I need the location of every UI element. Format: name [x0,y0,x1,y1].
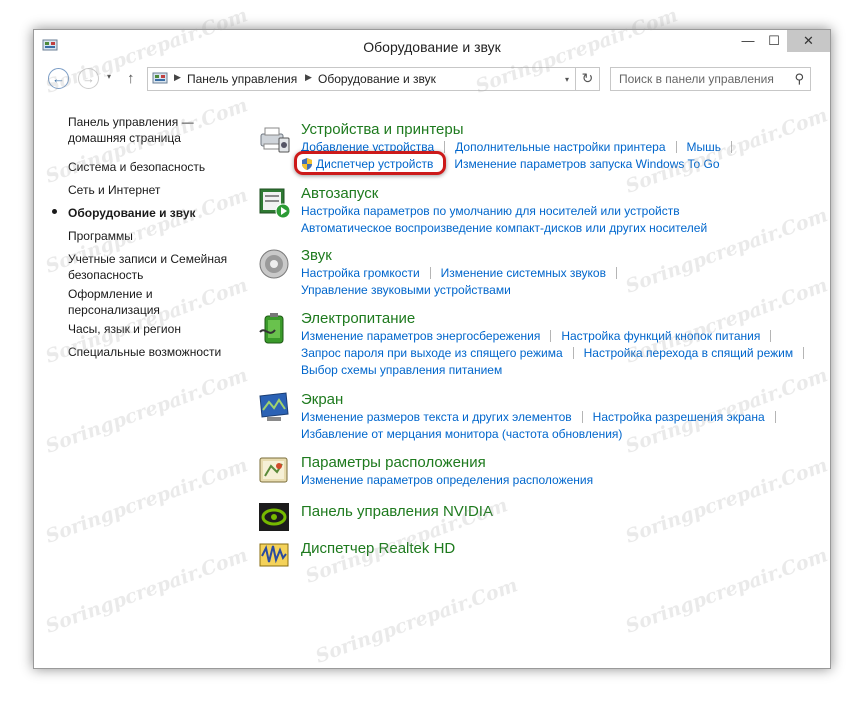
breadcrumb-separator-icon[interactable]: ▶ [174,72,181,83]
breadcrumb-control-panel[interactable]: Панель управления [187,72,297,86]
link-separator [550,330,552,342]
breadcrumb-hardware-sound[interactable]: Оборудование и звук [318,72,436,86]
device-manager-highlight [294,151,446,175]
recent-locations-dropdown[interactable]: ▾ [107,72,111,81]
category-title-autoplay[interactable]: Автозапуск [301,185,378,202]
devices-printers-icon[interactable] [257,122,291,156]
link-power-plan[interactable]: Выбор схемы управления питанием [301,363,502,377]
link-separator [731,141,733,153]
link-separator [803,347,805,359]
refresh-button[interactable]: ↻ [575,67,599,91]
active-bullet-icon [52,209,57,214]
category-title-devices[interactable]: Устройства и принтеры [301,121,463,138]
nvidia-icon[interactable] [257,500,291,534]
sidebar-item-accounts[interactable]: Учетные записи и Семейная безопасность [68,251,243,283]
category-title-nvidia[interactable]: Панель управления NVIDIA [301,503,493,520]
category-title-display[interactable]: Экран [301,391,343,408]
link-autoplay-defaults[interactable]: Настройка параметров по умолчанию для но… [301,204,680,218]
sidebar-item-home[interactable]: Панель управления — домашняя страница [68,114,243,146]
window-title: Оборудование и звук [363,39,501,55]
address-bar[interactable]: ▶ Панель управления ▶ Оборудование и зву… [147,67,600,91]
battery-icon[interactable] [257,312,291,346]
navigation-bar: ← → ▾ ↑ ▶ Панель управления ▶ Оборудован… [34,62,830,98]
category-links-location: Изменение параметров определения располо… [301,472,593,489]
sidebar-item-programs[interactable]: Программы [68,228,243,244]
link-sound-devices[interactable]: Управление звуковыми устройствами [301,283,511,297]
link-location-settings[interactable]: Изменение параметров определения располо… [301,473,593,487]
link-mouse[interactable]: Мышь [687,140,722,154]
title-bar: Оборудование и звук — ☐ ✕ [34,30,830,62]
category-links-autoplay: Настройка параметров по умолчанию для но… [301,203,707,237]
link-power-buttons[interactable]: Настройка функций кнопок питания [561,329,760,343]
sidebar-item-system-security[interactable]: Система и безопасность [68,159,243,175]
category-title-realtek[interactable]: Диспетчер Realtek HD [301,540,455,557]
sidebar-item-appearance[interactable]: Оформление и персонализация [68,286,243,318]
category-title-sound[interactable]: Звук [301,247,332,264]
link-text-size[interactable]: Изменение размеров текста и других элеме… [301,410,572,424]
link-separator [675,141,677,153]
sidebar-item-label: Оборудование и звук [68,206,196,220]
link-windows-to-go[interactable]: Изменение параметров запуска Windows To … [454,157,719,171]
breadcrumb-separator-icon[interactable]: ▶ [305,72,312,83]
speaker-icon[interactable] [257,247,291,281]
link-separator [429,267,431,279]
address-dropdown-icon[interactable]: ▾ [565,75,569,84]
sidebar-item-clock-region[interactable]: Часы, язык и регион [68,321,243,337]
link-volume[interactable]: Настройка громкости [301,266,420,280]
back-button[interactable]: ← [48,68,69,89]
category-title-power[interactable]: Электропитание [301,310,415,327]
link-printer-settings[interactable]: Дополнительные настройки принтера [455,140,665,154]
location-icon[interactable] [257,454,291,488]
link-separator [444,141,446,153]
category-links-display: Изменение размеров текста и других элеме… [301,409,786,443]
link-separator [774,411,776,423]
link-system-sounds[interactable]: Изменение системных звуков [441,266,606,280]
sidebar-item-hardware-sound[interactable]: Оборудование и звук [52,205,243,221]
forward-button[interactable]: → [78,68,99,89]
control-panel-window: Оборудование и звук — ☐ ✕ ← → ▾ ↑ ▶ Пане… [33,29,831,669]
category-title-location[interactable]: Параметры расположения [301,454,486,471]
sidebar-item-network[interactable]: Сеть и Интернет [68,182,243,198]
category-links-power: Изменение параметров энергосбережения Нас… [301,328,814,379]
search-input[interactable] [611,68,789,90]
control-panel-icon [152,72,168,84]
link-screen-resolution[interactable]: Настройка разрешения экрана [593,410,765,424]
sidebar-item-accessibility[interactable]: Специальные возможности [68,344,243,360]
link-separator [581,411,583,423]
maximize-button[interactable]: ☐ [761,30,787,52]
link-power-settings[interactable]: Изменение параметров энергосбережения [301,329,540,343]
autoplay-icon[interactable] [257,185,291,219]
minimize-button[interactable]: — [734,30,762,52]
link-sleep-settings[interactable]: Настройка перехода в спящий режим [584,346,793,360]
search-box[interactable]: ⚲ [610,67,811,91]
link-separator [770,330,772,342]
link-wake-password[interactable]: Запрос пароля при выходе из спящего режи… [301,346,563,360]
category-links-sound: Настройка громкости Изменение системных з… [301,265,627,299]
link-refresh-rate[interactable]: Избавление от мерцания монитора (частота… [301,427,622,441]
search-icon[interactable]: ⚲ [794,71,804,87]
link-separator [615,267,617,279]
close-button[interactable]: ✕ [787,30,830,52]
realtek-icon[interactable] [257,538,291,572]
display-icon[interactable] [257,390,291,424]
link-autoplay-cds[interactable]: Автоматическое воспроизведение компакт-д… [301,221,707,235]
link-separator [572,347,574,359]
up-button[interactable]: ↑ [127,70,135,87]
